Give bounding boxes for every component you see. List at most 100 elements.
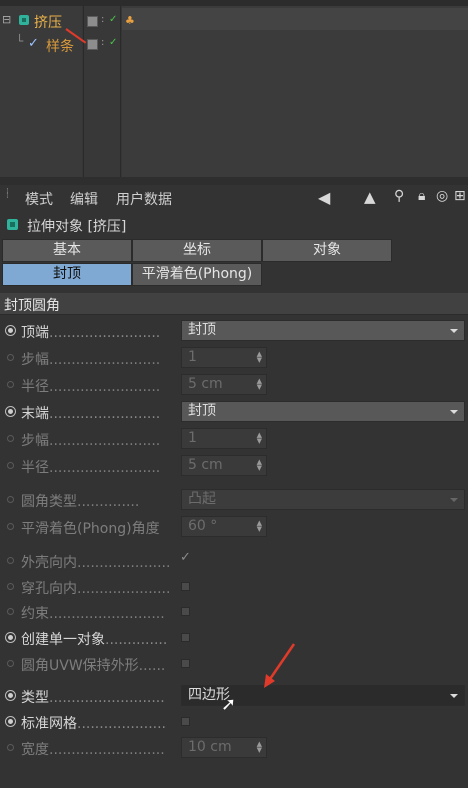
target-icon[interactable]: ◎ bbox=[436, 188, 448, 204]
selected-row-highlight bbox=[122, 8, 468, 30]
extrude-object-icon bbox=[7, 219, 18, 230]
hull-inwards-checkbox[interactable]: ✓ bbox=[180, 550, 191, 565]
menu-edit[interactable]: 编辑 bbox=[70, 189, 98, 209]
grip-icon[interactable]: ⁞ ⁞ bbox=[6, 188, 16, 204]
back-arrow-icon[interactable]: ◀ bbox=[318, 188, 330, 207]
editor-visibility-flag[interactable] bbox=[87, 16, 98, 27]
keyframe-radio[interactable] bbox=[7, 354, 14, 361]
property-row-phong-angle: 平滑着色(Phong)角度 60 ° ▲ ▼ bbox=[0, 514, 468, 540]
property-label: 穿孔向内..................... bbox=[21, 581, 171, 597]
single-object-checkbox[interactable] bbox=[181, 633, 190, 642]
fillet-type-dropdown[interactable]: 凸起 bbox=[181, 489, 465, 510]
spinner-icon[interactable]: ▲ ▼ bbox=[257, 378, 262, 391]
object-title: 拉伸对象 [挤压] bbox=[0, 214, 468, 236]
keyframe-radio[interactable] bbox=[7, 496, 14, 503]
section-header: 封顶圆角 bbox=[0, 293, 468, 315]
width-input[interactable]: 10 cm ▲ ▼ bbox=[181, 737, 267, 758]
keyframe-radio[interactable] bbox=[5, 716, 16, 727]
keyframe-radio[interactable] bbox=[5, 632, 16, 643]
property-label: 顶端......................... bbox=[21, 325, 161, 341]
keyframe-radio[interactable] bbox=[7, 523, 14, 530]
spline-object-icon: ✓ bbox=[28, 36, 39, 51]
keyframe-radio[interactable] bbox=[7, 381, 14, 388]
chevron-down-icon bbox=[450, 329, 458, 333]
enabled-check-icon[interactable]: ✓ bbox=[109, 37, 117, 48]
regular-grid-checkbox[interactable] bbox=[181, 717, 190, 726]
hole-inwards-checkbox[interactable] bbox=[181, 582, 190, 591]
keyframe-radio[interactable] bbox=[7, 660, 14, 667]
property-row-start-steps: 步幅......................... 1 ▲ ▼ bbox=[0, 345, 468, 371]
property-row-end-steps: 步幅......................... 1 ▲ ▼ bbox=[0, 426, 468, 452]
property-label: 步幅......................... bbox=[21, 352, 161, 368]
render-dots-icon[interactable]: : bbox=[101, 14, 105, 25]
phong-angle-input[interactable]: 60 ° ▲ ▼ bbox=[181, 516, 267, 537]
up-arrow-icon[interactable]: ▲ bbox=[364, 188, 376, 206]
editor-visibility-flag[interactable] bbox=[87, 39, 98, 50]
keyframe-radio[interactable] bbox=[7, 462, 14, 469]
tag-icon[interactable]: ♣ bbox=[125, 14, 135, 27]
constrain-checkbox[interactable] bbox=[181, 607, 190, 616]
property-row-constrain: 约束.......................... bbox=[0, 599, 468, 625]
start-cap-dropdown[interactable]: 封顶 bbox=[181, 320, 465, 341]
keyframe-radio[interactable] bbox=[5, 406, 16, 417]
property-label: 外壳向内..................... bbox=[21, 555, 171, 571]
property-row-fillet-type: 圆角类型.............. 凸起 bbox=[0, 487, 468, 513]
property-label: 步幅......................... bbox=[21, 433, 161, 449]
tab-basic[interactable]: 基本 bbox=[2, 239, 132, 262]
property-label: 半径......................... bbox=[21, 460, 161, 476]
end-radius-input[interactable]: 5 cm ▲ ▼ bbox=[181, 455, 267, 476]
property-row-single-object: 创建单一对象.............. bbox=[0, 625, 468, 651]
tab-object[interactable]: 对象 bbox=[262, 239, 392, 262]
chevron-down-icon bbox=[450, 694, 458, 698]
property-label: 创建单一对象.............. bbox=[21, 632, 168, 648]
keyframe-radio[interactable] bbox=[7, 557, 14, 564]
property-label: 宽度.......................... bbox=[21, 742, 165, 758]
menu-user-data[interactable]: 用户数据 bbox=[116, 189, 172, 209]
enabled-check-icon[interactable]: ✓ bbox=[109, 14, 117, 25]
property-label: 约束.......................... bbox=[21, 606, 165, 622]
start-radius-input[interactable]: 5 cm ▲ ▼ bbox=[181, 374, 267, 395]
new-panel-icon[interactable]: ⊞ bbox=[454, 188, 466, 204]
property-row-hull-inwards: 外壳向内..................... ✓ bbox=[0, 548, 468, 574]
property-row-start-radius: 半径......................... 5 cm ▲ ▼ bbox=[0, 372, 468, 398]
keyframe-radio[interactable] bbox=[5, 690, 16, 701]
render-dots-icon[interactable]: : bbox=[101, 37, 105, 48]
tab-caps[interactable]: 封顶 bbox=[2, 263, 132, 286]
end-steps-input[interactable]: 1 ▲ ▼ bbox=[181, 428, 267, 449]
end-cap-dropdown[interactable]: 封顶 bbox=[181, 401, 465, 422]
spinner-icon[interactable]: ▲ ▼ bbox=[257, 432, 262, 445]
spinner-icon[interactable]: ▲ ▼ bbox=[257, 520, 262, 533]
panel-separator[interactable] bbox=[0, 177, 468, 185]
start-steps-input[interactable]: 1 ▲ ▼ bbox=[181, 347, 267, 368]
keyframe-radio[interactable] bbox=[7, 744, 14, 751]
spinner-icon[interactable]: ▲ ▼ bbox=[257, 459, 262, 472]
annotation-arrow-icon bbox=[264, 643, 296, 688]
lock-icon[interactable]: 🔒︎ bbox=[418, 188, 425, 204]
keyframe-radio[interactable] bbox=[5, 325, 16, 336]
object-extrude-name[interactable]: 挤压 bbox=[34, 12, 62, 32]
tab-phong[interactable]: 平滑着色(Phong) bbox=[132, 263, 262, 286]
mouse-cursor-icon: ➚ bbox=[221, 694, 237, 715]
tab-coordinates[interactable]: 坐标 bbox=[132, 239, 262, 262]
attribute-toolbar: ⁞ ⁞ 模式 编辑 用户数据 ◀ ▲ ⚲ 🔒︎ ◎ ⊞ bbox=[0, 185, 468, 209]
keyframe-radio[interactable] bbox=[7, 435, 14, 442]
search-icon[interactable]: ⚲ bbox=[394, 188, 404, 204]
extrude-object-icon bbox=[19, 15, 29, 25]
spinner-icon[interactable]: ▲ ▼ bbox=[257, 741, 262, 754]
property-label: 类型.......................... bbox=[21, 690, 165, 706]
spinner-icon[interactable]: ▲ ▼ bbox=[257, 351, 262, 364]
section-title: 封顶圆角 bbox=[4, 298, 60, 314]
property-label: 末端......................... bbox=[21, 406, 161, 422]
menu-mode[interactable]: 模式 bbox=[25, 189, 53, 209]
object-title-text: 拉伸对象 [挤压] bbox=[27, 219, 127, 235]
keep-uvw-checkbox[interactable] bbox=[181, 659, 190, 668]
collapse-icon[interactable]: ⊟ bbox=[2, 13, 11, 26]
property-label: 半径......................... bbox=[21, 379, 161, 395]
object-spline-name[interactable]: 样条 bbox=[46, 36, 74, 56]
property-row-hole-inwards: 穿孔向内..................... bbox=[0, 574, 468, 600]
keyframe-radio[interactable] bbox=[7, 583, 14, 590]
property-row-end-radius: 半径......................... 5 cm ▲ ▼ bbox=[0, 453, 468, 479]
property-row-end: 末端......................... 封顶 bbox=[0, 399, 468, 425]
keyframe-radio[interactable] bbox=[7, 608, 14, 615]
chevron-down-icon bbox=[450, 410, 458, 414]
